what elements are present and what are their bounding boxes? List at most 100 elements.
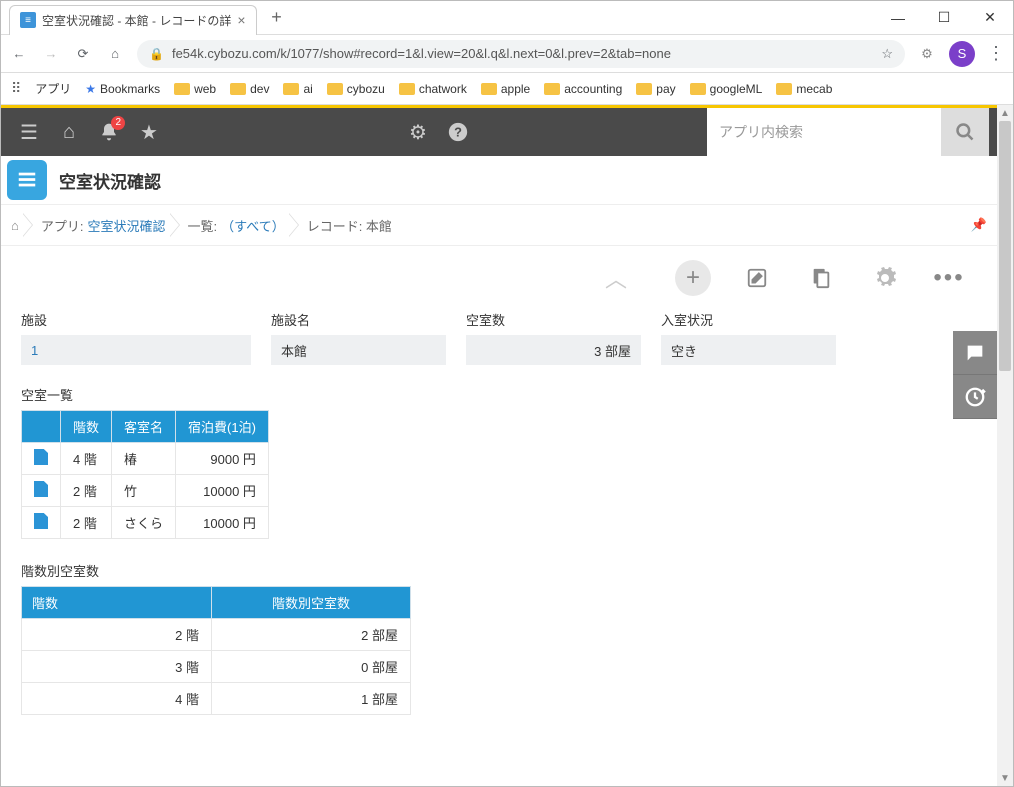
comment-button[interactable]: [953, 331, 997, 375]
search-input[interactable]: [707, 108, 941, 156]
notification-badge: 2: [111, 116, 125, 130]
floor-table: 階数 階数別空室数 2 階 2 部屋 3 階 0 部屋 4 階 1 部屋: [21, 586, 411, 715]
tab-favicon: ≡: [20, 12, 36, 28]
extension-icon[interactable]: ⚙: [917, 44, 937, 64]
table-row[interactable]: 4 階 椿 9000 円: [22, 443, 269, 475]
apps-grid-icon[interactable]: ⠿: [11, 80, 21, 97]
global-header: ☰ ⌂ 2 ★ ⚙ ?: [1, 108, 997, 156]
apps-label[interactable]: アプリ: [35, 80, 71, 97]
pin-icon[interactable]: 📌: [971, 217, 987, 233]
facility-value[interactable]: 1: [21, 335, 251, 365]
gear-icon[interactable]: ⚙: [398, 112, 438, 152]
profile-avatar[interactable]: S: [949, 41, 975, 67]
breadcrumb-list-prefix: 一覧:: [188, 216, 218, 235]
window-close-button[interactable]: ✕: [967, 3, 1013, 33]
search-button[interactable]: [941, 108, 989, 156]
table-header: 階数: [61, 411, 112, 443]
table-header: 階数: [22, 587, 212, 619]
reload-button[interactable]: ⟳: [73, 44, 93, 64]
record-content: 施設 1 施設名 本館 空室数 3 部屋 入室状況 空き: [1, 310, 997, 786]
bookmark-folder[interactable]: accounting: [544, 82, 622, 96]
app-title-row: 空室状況確認: [1, 156, 997, 204]
bookmark-folder[interactable]: mecab: [776, 82, 832, 96]
app-title: 空室状況確認: [59, 168, 161, 193]
breadcrumb-list-link[interactable]: （すべて）: [221, 216, 285, 235]
bookmark-star-icon[interactable]: ☆: [881, 46, 893, 62]
scroll-thumb[interactable]: [999, 121, 1011, 371]
menu-icon[interactable]: ☰: [9, 112, 49, 152]
chevron-right-icon: [23, 211, 37, 239]
browser-toolbar: ← → ⟳ ⌂ 🔒 fe54k.cybozu.com/k/1077/show#r…: [1, 35, 1013, 73]
scrollbar[interactable]: ▲ ▼: [997, 105, 1013, 786]
field-label: 入室状況: [661, 310, 836, 329]
field-label: 空室数: [466, 310, 641, 329]
edit-button[interactable]: [739, 260, 775, 296]
table-row: 2 階 2 部屋: [22, 619, 411, 651]
table-row: 3 階 0 部屋: [22, 651, 411, 683]
home-icon[interactable]: ⌂: [49, 112, 89, 152]
bookmark-folder[interactable]: dev: [230, 82, 269, 96]
browser-tab[interactable]: ≡ 空室状況確認 - 本館 - レコードの詳 ×: [9, 5, 257, 35]
window-minimize-button[interactable]: —: [875, 3, 921, 33]
table-row: 4 階 1 部屋: [22, 683, 411, 715]
more-button[interactable]: •••: [931, 260, 967, 296]
bookmark-folder[interactable]: chatwork: [399, 82, 467, 96]
breadcrumb-app-link[interactable]: 空室状況確認: [87, 216, 165, 235]
url-text: fe54k.cybozu.com/k/1077/show#record=1&l.…: [172, 46, 671, 61]
bookmark-folder[interactable]: web: [174, 82, 216, 96]
app-icon: [7, 160, 47, 200]
history-button[interactable]: [953, 375, 997, 419]
add-button[interactable]: +: [675, 260, 711, 296]
record-icon: [34, 513, 48, 529]
chevron-right-icon: [289, 211, 303, 239]
field-label: 施設: [21, 310, 251, 329]
svg-text:?: ?: [454, 125, 462, 140]
settings-button[interactable]: [867, 260, 903, 296]
forward-button[interactable]: →: [41, 44, 61, 64]
vacancy-value: 3 部屋: [466, 335, 641, 365]
bookmarks-bar: ⠿ アプリ ★Bookmarks web dev ai cybozu chatw…: [1, 73, 1013, 105]
address-bar[interactable]: 🔒 fe54k.cybozu.com/k/1077/show#record=1&…: [137, 40, 905, 68]
table-header: 客室名: [112, 411, 176, 443]
tab-close-icon[interactable]: ×: [237, 12, 245, 28]
table-row[interactable]: 2 階 竹 10000 円: [22, 475, 269, 507]
table-header: 階数別空室数: [212, 587, 411, 619]
bookmarks-link[interactable]: ★Bookmarks: [85, 82, 160, 96]
field-label: 施設名: [271, 310, 446, 329]
tab-title: 空室状況確認 - 本館 - レコードの詳: [42, 12, 231, 29]
bookmark-folder[interactable]: pay: [636, 82, 675, 96]
breadcrumb-home-icon[interactable]: ⌂: [11, 218, 19, 233]
record-actions: ︿ + •••: [1, 246, 997, 310]
breadcrumb: ⌂ アプリ: 空室状況確認 一覧: （すべて） レコード: 本館 📌: [1, 204, 997, 246]
table1-title: 空室一覧: [21, 385, 977, 404]
new-tab-button[interactable]: +: [263, 4, 291, 32]
breadcrumb-record: レコード: 本館: [307, 216, 392, 235]
browser-titlebar: ≡ 空室状況確認 - 本館 - レコードの詳 × + — ☐ ✕: [1, 1, 1013, 35]
chevron-right-icon: [170, 211, 184, 239]
bell-icon[interactable]: 2: [89, 112, 129, 152]
record-icon: [34, 481, 48, 497]
status-value: 空き: [661, 335, 836, 365]
copy-button[interactable]: [803, 260, 839, 296]
bookmark-folder[interactable]: cybozu: [327, 82, 385, 96]
bookmark-folder[interactable]: ai: [283, 82, 312, 96]
breadcrumb-app-prefix: アプリ:: [41, 216, 84, 235]
browser-menu-icon[interactable]: ⋮: [987, 43, 1005, 64]
star-icon[interactable]: ★: [129, 112, 169, 152]
table-header: 宿泊費(1泊): [176, 411, 269, 443]
help-icon[interactable]: ?: [438, 112, 478, 152]
bookmark-folder[interactable]: googleML: [690, 82, 763, 96]
table-row[interactable]: 2 階 さくら 10000 円: [22, 507, 269, 539]
home-button[interactable]: ⌂: [105, 44, 125, 64]
table2-title: 階数別空室数: [21, 561, 977, 580]
window-maximize-button[interactable]: ☐: [921, 3, 967, 33]
record-icon: [34, 449, 48, 465]
back-button[interactable]: ←: [9, 44, 29, 64]
scroll-up-icon[interactable]: ▲: [997, 105, 1013, 121]
vacancy-table: 階数 客室名 宿泊費(1泊) 4 階 椿 9000 円 2 階 竹: [21, 410, 269, 539]
bookmark-folder[interactable]: apple: [481, 82, 530, 96]
lock-icon: 🔒: [149, 47, 164, 61]
prev-record-icon[interactable]: ︿: [605, 262, 627, 294]
scroll-down-icon[interactable]: ▼: [997, 770, 1013, 786]
facility-name-value: 本館: [271, 335, 446, 365]
